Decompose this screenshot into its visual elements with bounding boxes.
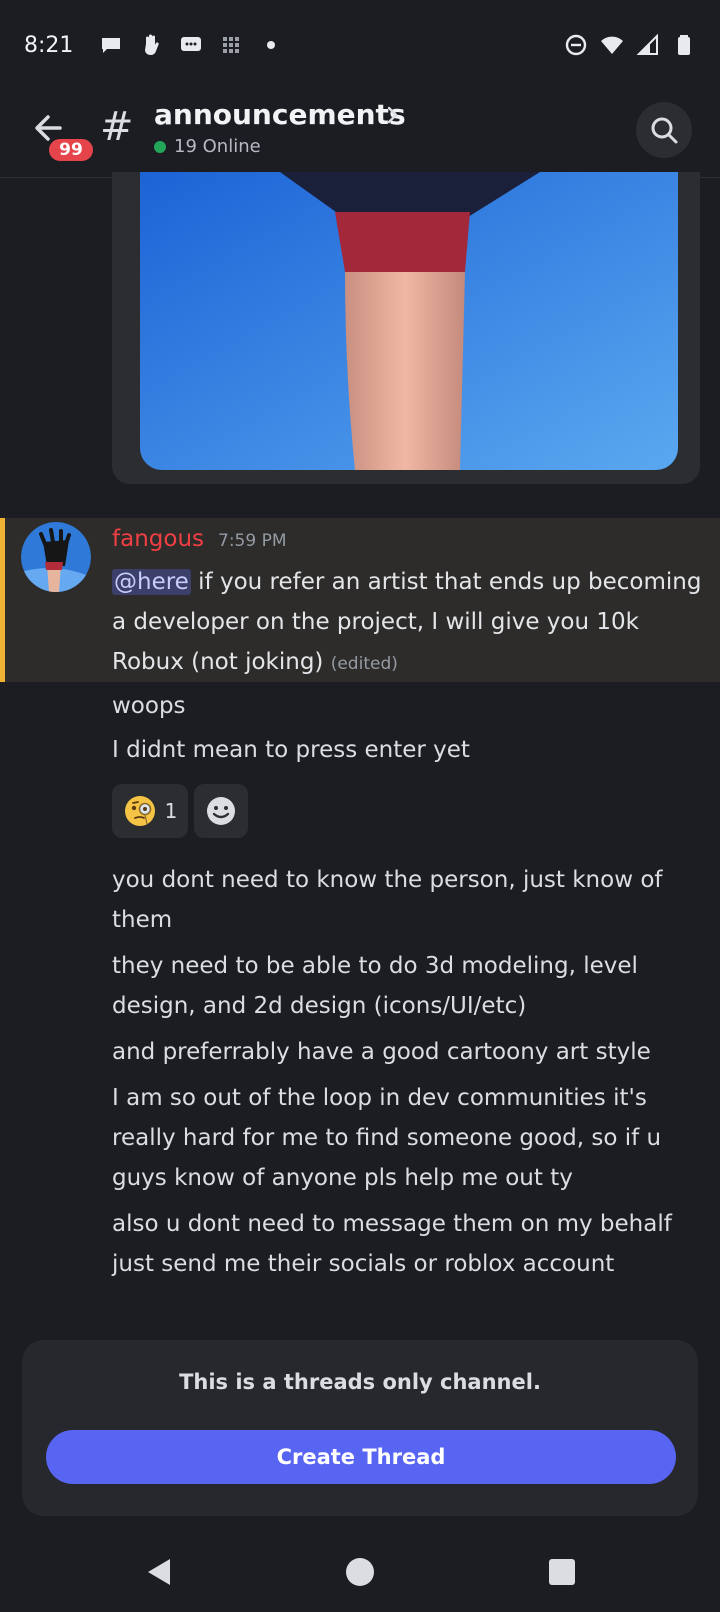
chevron-right-icon[interactable] xyxy=(384,104,402,126)
channel-name[interactable]: announcements xyxy=(154,98,406,131)
online-dot-icon xyxy=(154,140,166,153)
battery-icon xyxy=(678,35,690,55)
search-icon xyxy=(651,117,678,144)
reaction-monocle[interactable]: 1 xyxy=(112,784,188,838)
nav-home-icon[interactable] xyxy=(344,1556,376,1588)
threads-only-notice: This is a threads only channel. xyxy=(179,1370,541,1394)
status-time: 8:21 xyxy=(24,32,74,58)
add-reaction-icon xyxy=(207,797,235,825)
chat-bubble-icon xyxy=(102,38,121,53)
wifi-icon xyxy=(601,36,623,54)
message-line[interactable]: I didnt mean to press enter yet xyxy=(112,730,702,770)
do-not-disturb-icon xyxy=(565,34,587,56)
reaction-count: 1 xyxy=(164,799,178,823)
message-text: if you refer an artist that ends up beco… xyxy=(112,569,702,675)
system-icons xyxy=(564,33,696,57)
highlighted-message[interactable]: fangous 7:59 PM @here if you refer an ar… xyxy=(0,518,720,682)
author-name[interactable]: fangous xyxy=(112,526,204,552)
edited-label: (edited) xyxy=(330,654,398,674)
author-row: fangous 7:59 PM xyxy=(112,526,287,552)
signal-icon xyxy=(636,33,658,55)
message-icon xyxy=(181,37,202,51)
hand-icon xyxy=(145,34,160,56)
channel-header: 99 # announcements 19 Online xyxy=(0,90,720,178)
dot-icon xyxy=(267,41,276,49)
embed-image[interactable] xyxy=(140,172,678,470)
unread-badge: 99 xyxy=(46,136,96,164)
message-line[interactable]: and preferrably have a good cartoony art… xyxy=(112,1032,702,1072)
avatar[interactable] xyxy=(21,522,91,592)
embed-card xyxy=(112,172,700,484)
create-thread-button[interactable]: Create Thread xyxy=(46,1430,676,1484)
add-reaction-button[interactable] xyxy=(194,784,248,838)
status-bar: 8:21 xyxy=(0,0,720,90)
message-line[interactable]: also u dont need to message them on my b… xyxy=(112,1204,702,1284)
mention-here[interactable]: @here xyxy=(112,569,191,595)
message-line[interactable]: woops xyxy=(112,686,702,726)
system-nav-bar xyxy=(0,1530,720,1612)
face-with-monocle-icon xyxy=(124,796,155,826)
grid-icon xyxy=(223,37,240,53)
search-button[interactable] xyxy=(636,102,692,158)
timestamp: 7:59 PM xyxy=(218,531,287,551)
online-status: 19 Online xyxy=(154,136,261,157)
message-line[interactable]: they need to be able to do 3d modeling, … xyxy=(112,946,702,1026)
message-content: @here if you refer an artist that ends u… xyxy=(112,562,702,684)
online-count: 19 Online xyxy=(174,136,261,157)
nav-recents-icon[interactable] xyxy=(546,1556,578,1588)
channel-hash-icon: # xyxy=(100,104,134,150)
notification-icons xyxy=(99,33,283,57)
nav-back-icon[interactable] xyxy=(144,1556,176,1588)
message-line[interactable]: you dont need to know the person, just k… xyxy=(112,860,702,940)
message-line[interactable]: I am so out of the loop in dev communiti… xyxy=(112,1078,702,1198)
threads-only-panel: This is a threads only channel. Create T… xyxy=(22,1340,698,1516)
